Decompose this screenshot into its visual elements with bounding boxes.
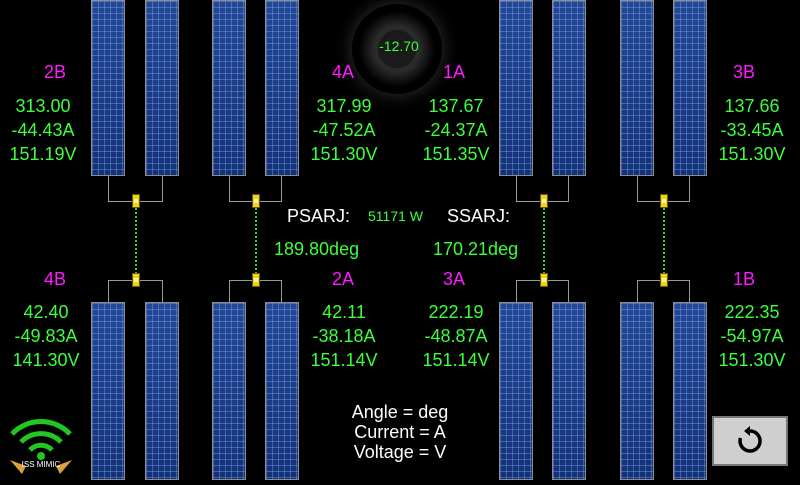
- power-value: 51171 W: [368, 208, 423, 224]
- bga-joint-4B: [132, 273, 140, 287]
- current-3A: -48.87A: [424, 326, 488, 346]
- wifi-logo-icon: ISS MIMIC: [6, 418, 76, 480]
- array-label-4A: 4A: [332, 62, 355, 82]
- current-4A: -47.52A: [312, 120, 376, 140]
- stats-4B: 42.40 -49.83A 141.30V: [6, 300, 86, 372]
- legend-voltage: Voltage = V: [353, 442, 447, 462]
- stats-2B: 313.00 -44.43A 151.19V: [0, 94, 86, 166]
- bga-joint-3B: [660, 194, 668, 208]
- ssarj-value: 170.21deg: [433, 239, 519, 259]
- stats-3B: 137.66 -33.45A 151.30V: [712, 94, 792, 166]
- solar-panel-3B-1: [620, 0, 654, 176]
- connector-1A-3A: [543, 208, 545, 274]
- solar-panel-2A-1: [212, 302, 246, 480]
- angle-4A: 317.99: [316, 96, 372, 116]
- solar-panel-2B-2: [145, 0, 179, 176]
- solar-panel-2B-1: [91, 0, 125, 176]
- refresh-icon: [738, 426, 762, 453]
- voltage-4B: 141.30V: [12, 350, 80, 370]
- ssarj-label: SSARJ:: [447, 206, 511, 226]
- current-3B: -33.45A: [720, 120, 784, 140]
- solar-panel-1B-2: [673, 302, 707, 480]
- solar-panel-4A-2: [265, 0, 299, 176]
- logo-text: ISS MIMIC: [21, 460, 61, 469]
- legend-angle: Angle = deg: [351, 402, 449, 422]
- current-2A: -38.18A: [312, 326, 376, 346]
- solar-panel-4A-1: [212, 0, 246, 176]
- angle-2A: 42.11: [322, 302, 366, 322]
- array-label-1B: 1B: [733, 269, 756, 289]
- voltage-4A: 151.30V: [310, 144, 378, 164]
- voltage-2B: 151.19V: [9, 144, 77, 164]
- units-legend: Angle = deg Current = A Voltage = V: [300, 402, 500, 462]
- bga-joint-1A: [540, 194, 548, 208]
- solar-panel-3B-2: [673, 0, 707, 176]
- angle-4B: 42.40: [23, 302, 69, 322]
- angle-3B: 137.66: [724, 96, 780, 116]
- bga-joint-2A: [252, 273, 260, 287]
- voltage-1B: 151.30V: [718, 350, 786, 370]
- solar-panel-4B-2: [145, 302, 179, 480]
- solar-panel-3A-1: [499, 302, 533, 480]
- array-label-2B: 2B: [44, 62, 67, 82]
- connector-2B-4B: [135, 208, 137, 274]
- voltage-3A: 151.14V: [422, 350, 490, 370]
- psarj-value: 189.80deg: [274, 239, 360, 259]
- current-1B: -54.97A: [720, 326, 784, 346]
- stats-2A: 42.11 -38.18A 151.14V: [304, 300, 384, 372]
- array-label-3A: 3A: [443, 269, 466, 289]
- array-label-1A: 1A: [443, 62, 466, 82]
- angle-1A: 137.67: [428, 96, 484, 116]
- current-2B: -44.43A: [11, 120, 75, 140]
- stats-3A: 222.19 -48.87A 151.14V: [416, 300, 496, 372]
- bga-joint-3A: [540, 273, 548, 287]
- connector-4A-2A: [255, 208, 257, 274]
- connector-3B-1B: [663, 208, 665, 274]
- back-button[interactable]: [712, 416, 788, 466]
- stats-4A: 317.99 -47.52A 151.30V: [304, 94, 384, 166]
- angle-1B: 222.35: [724, 302, 780, 322]
- solar-panel-1A-2: [552, 0, 586, 176]
- angle-3A: 222.19: [428, 302, 484, 322]
- solar-panel-1B-1: [620, 302, 654, 480]
- current-4B: -49.83A: [14, 326, 78, 346]
- legend-current: Current = A: [354, 422, 446, 442]
- voltage-1A: 151.35V: [422, 144, 490, 164]
- current-1A: -24.37A: [424, 120, 488, 140]
- bga-joint-4A: [252, 194, 260, 208]
- bga-joint-1B: [660, 273, 668, 287]
- stats-1B: 222.35 -54.97A 151.30V: [712, 300, 792, 372]
- psarj-label: PSARJ:: [287, 206, 351, 226]
- array-label-2A: 2A: [332, 269, 355, 289]
- angle-2B: 313.00: [15, 96, 71, 116]
- bga-joint-2B: [132, 194, 140, 208]
- array-label-3B: 3B: [733, 62, 756, 82]
- solar-panel-1A-1: [499, 0, 533, 176]
- solar-panel-4B-1: [91, 302, 125, 480]
- stats-1A: 137.67 -24.37A 151.35V: [416, 94, 496, 166]
- beta-angle-value: -12.70: [379, 38, 419, 54]
- array-label-4B: 4B: [44, 269, 67, 289]
- voltage-3B: 151.30V: [718, 144, 786, 164]
- solar-panel-2A-2: [265, 302, 299, 480]
- voltage-2A: 151.14V: [310, 350, 378, 370]
- solar-panel-3A-2: [552, 302, 586, 480]
